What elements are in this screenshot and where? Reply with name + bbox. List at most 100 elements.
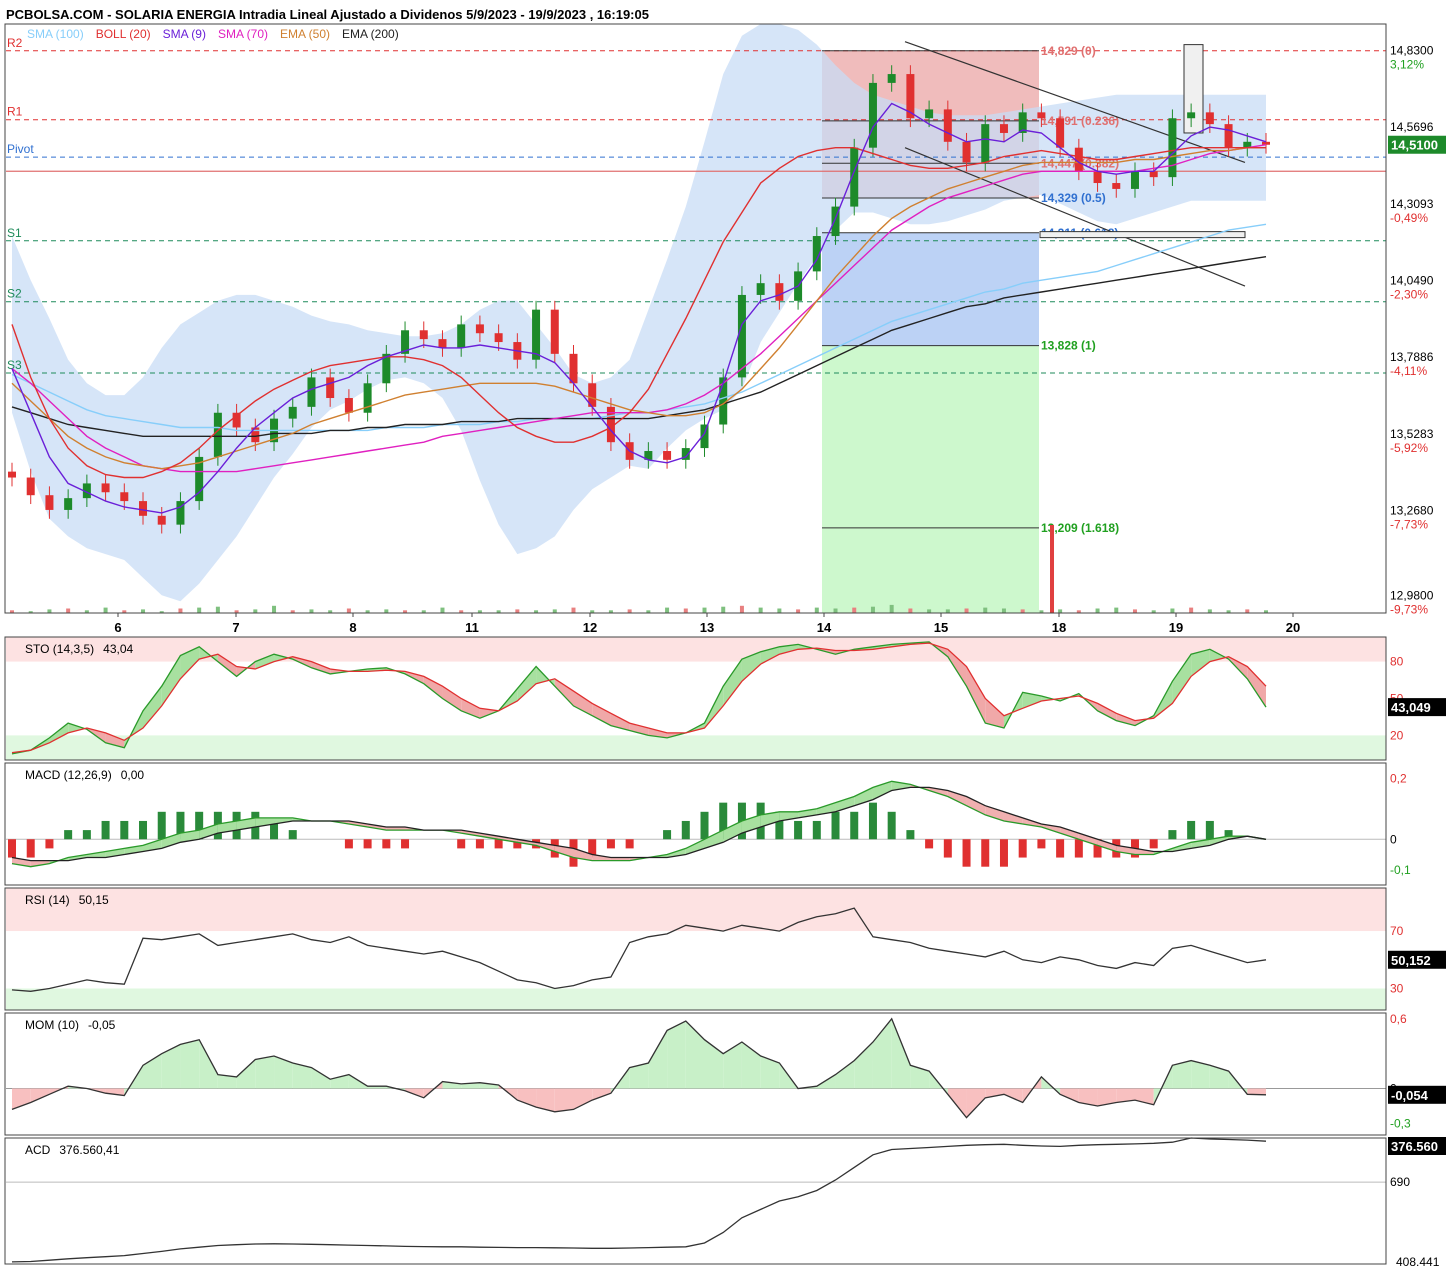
candle-body bbox=[45, 495, 54, 510]
candle-body bbox=[1149, 171, 1158, 178]
volume-bar bbox=[440, 607, 445, 613]
pivot-label-s2: S2 bbox=[7, 287, 22, 301]
macd-histogram-bar bbox=[812, 820, 821, 840]
candle-body bbox=[1224, 124, 1233, 148]
volume-bar bbox=[1095, 608, 1100, 613]
macd-histogram-bar bbox=[925, 839, 934, 849]
pct-axis-label: -5,92% bbox=[1390, 441, 1428, 455]
candle-body bbox=[737, 294, 746, 378]
candle-body bbox=[1168, 118, 1177, 178]
pivot-label-r1: R1 bbox=[7, 105, 23, 119]
macd-histogram-bar bbox=[1149, 839, 1158, 849]
legend-item: SMA (100) bbox=[27, 27, 84, 41]
macd-histogram-bar bbox=[45, 839, 54, 849]
macd-histogram-bar bbox=[606, 839, 615, 849]
indicator-value: 43,04 bbox=[103, 642, 133, 656]
macd-histogram-bar bbox=[401, 839, 410, 849]
macd-histogram-bar bbox=[868, 802, 877, 840]
macd-histogram-bar bbox=[700, 811, 709, 840]
candle-body bbox=[943, 109, 952, 142]
chart-title: PCBOLSA.COM - SOLARIA ENERGIA Intradia L… bbox=[6, 7, 649, 22]
candle-body bbox=[326, 377, 335, 399]
volume-bar bbox=[702, 607, 707, 613]
legend-item: EMA (50) bbox=[280, 27, 330, 41]
fib-label: 13,828 (1) bbox=[1041, 339, 1096, 353]
oversold-zone bbox=[6, 735, 1386, 760]
fib-zone-extension bbox=[822, 345, 1039, 613]
candle-body bbox=[8, 471, 16, 478]
volume-bar bbox=[945, 609, 950, 613]
volume-bar bbox=[215, 606, 220, 613]
rsi-axis-label: 30 bbox=[1390, 981, 1404, 995]
volume-bar bbox=[758, 607, 763, 613]
candle-body bbox=[756, 283, 765, 295]
x-axis-label: 20 bbox=[1286, 620, 1300, 635]
macd-histogram-bar bbox=[139, 820, 148, 840]
indicator-label: MOM (10) bbox=[25, 1018, 79, 1032]
macd-histogram-bar bbox=[101, 820, 110, 840]
indicator-value: -0,05 bbox=[88, 1018, 116, 1032]
pct-axis-label: -9,73% bbox=[1390, 602, 1428, 616]
price-axis-label: 12,9800 bbox=[1390, 588, 1434, 602]
stock-chart: PCBOLSA.COM - SOLARIA ENERGIA Intradia L… bbox=[0, 0, 1454, 1266]
candle-body bbox=[887, 74, 896, 83]
candle-body bbox=[64, 498, 73, 510]
x-axis-label: 15 bbox=[934, 620, 948, 635]
mom-fill bbox=[554, 1088, 574, 1112]
volume-bar bbox=[814, 607, 819, 613]
pct-axis-label: -2,30% bbox=[1390, 288, 1428, 302]
macd-histogram-bar bbox=[363, 839, 372, 849]
acd-axis-label: 408.441 bbox=[1396, 1255, 1440, 1266]
indicator-label: MACD (12,26,9) bbox=[25, 768, 112, 782]
mom-fill bbox=[255, 1055, 275, 1089]
price-axis-label: 13,7886 bbox=[1390, 350, 1434, 364]
x-axis-label: 13 bbox=[700, 620, 714, 635]
volume-bar bbox=[852, 607, 857, 613]
macd-histogram-bar bbox=[794, 820, 803, 840]
volume-bar bbox=[272, 605, 277, 613]
macd-histogram-bar bbox=[663, 830, 672, 840]
candle-body bbox=[101, 483, 110, 493]
macd-histogram-bar bbox=[8, 839, 16, 858]
macd-histogram-bar bbox=[850, 811, 859, 840]
macd-histogram-bar bbox=[475, 839, 484, 849]
acd-axis-label: 690 bbox=[1390, 1175, 1410, 1189]
candle-body bbox=[1093, 171, 1102, 184]
candle-body bbox=[1037, 112, 1046, 119]
rsi-oversold-zone bbox=[6, 988, 1386, 1010]
macd-histogram-bar bbox=[382, 839, 391, 849]
volume-bar bbox=[627, 609, 632, 613]
candle-body bbox=[1187, 112, 1196, 119]
last-price-label: 14,5100 bbox=[1391, 138, 1438, 153]
volume-bar bbox=[384, 609, 389, 613]
candle-body bbox=[26, 477, 35, 496]
indicator-value: 50,15 bbox=[79, 893, 109, 907]
macd-histogram-bar bbox=[625, 839, 634, 849]
rsi-value-label: 50,152 bbox=[1391, 953, 1431, 968]
price-axis-label: 14,8300 bbox=[1390, 44, 1434, 58]
candle-body bbox=[550, 309, 559, 354]
candle-body bbox=[494, 333, 503, 343]
volume-bar bbox=[833, 608, 838, 613]
candle-body bbox=[1130, 171, 1139, 189]
volume-bar bbox=[1132, 609, 1137, 613]
macd-histogram-bar bbox=[681, 820, 690, 840]
indicator-label: STO (14,3,5) bbox=[25, 642, 94, 656]
macd-histogram-bar bbox=[157, 811, 166, 840]
candle-body bbox=[962, 141, 971, 163]
volume-bar bbox=[1058, 609, 1063, 613]
mom-axis-label: 0,6 bbox=[1390, 1012, 1407, 1026]
macd-histogram-bar bbox=[831, 811, 840, 840]
volume-bar bbox=[1001, 608, 1006, 613]
price-axis-label: 14,0490 bbox=[1390, 274, 1434, 288]
price-axis-label: 14,5696 bbox=[1390, 120, 1434, 134]
breakout-box bbox=[1183, 44, 1204, 134]
candle-body bbox=[1112, 183, 1121, 189]
sto-axis-label: 80 bbox=[1390, 655, 1404, 669]
volume-bar bbox=[683, 608, 688, 613]
pct-axis-label: 3,12% bbox=[1390, 58, 1424, 72]
macd-histogram-bar bbox=[26, 839, 35, 858]
indicator-value: 0,00 bbox=[121, 768, 145, 782]
volume-bar bbox=[515, 609, 520, 613]
volume-bar bbox=[983, 607, 988, 613]
